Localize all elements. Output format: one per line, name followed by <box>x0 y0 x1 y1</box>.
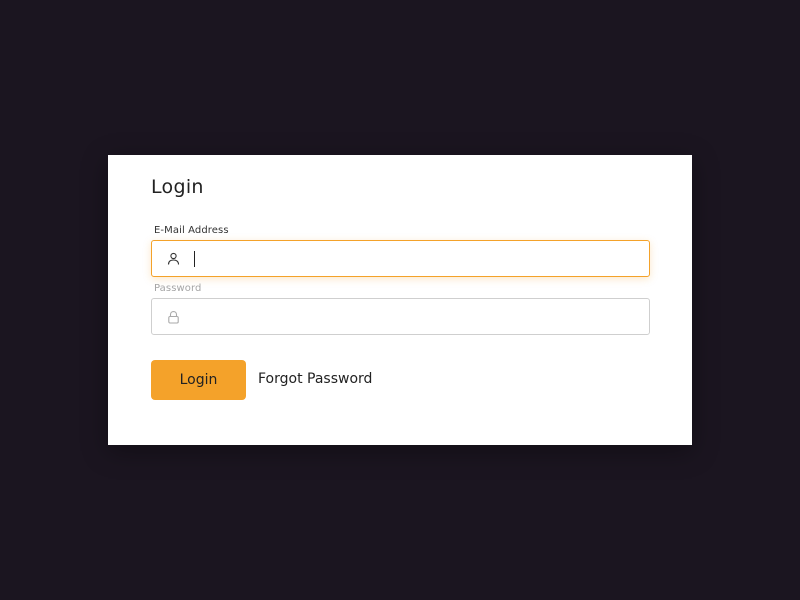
login-card: Login E-Mail Address Password Login Forg… <box>108 155 692 445</box>
text-caret <box>194 251 195 267</box>
email-input[interactable] <box>192 242 642 275</box>
password-field[interactable] <box>151 298 650 335</box>
password-input[interactable] <box>192 300 642 333</box>
email-label: E-Mail Address <box>154 225 229 236</box>
email-field[interactable] <box>151 240 650 277</box>
lock-icon <box>168 311 179 324</box>
user-icon <box>167 252 180 265</box>
password-label: Password <box>154 283 202 294</box>
page-title: Login <box>151 176 204 198</box>
login-button[interactable]: Login <box>151 360 246 400</box>
forgot-password-link[interactable]: Forgot Password <box>258 371 372 387</box>
